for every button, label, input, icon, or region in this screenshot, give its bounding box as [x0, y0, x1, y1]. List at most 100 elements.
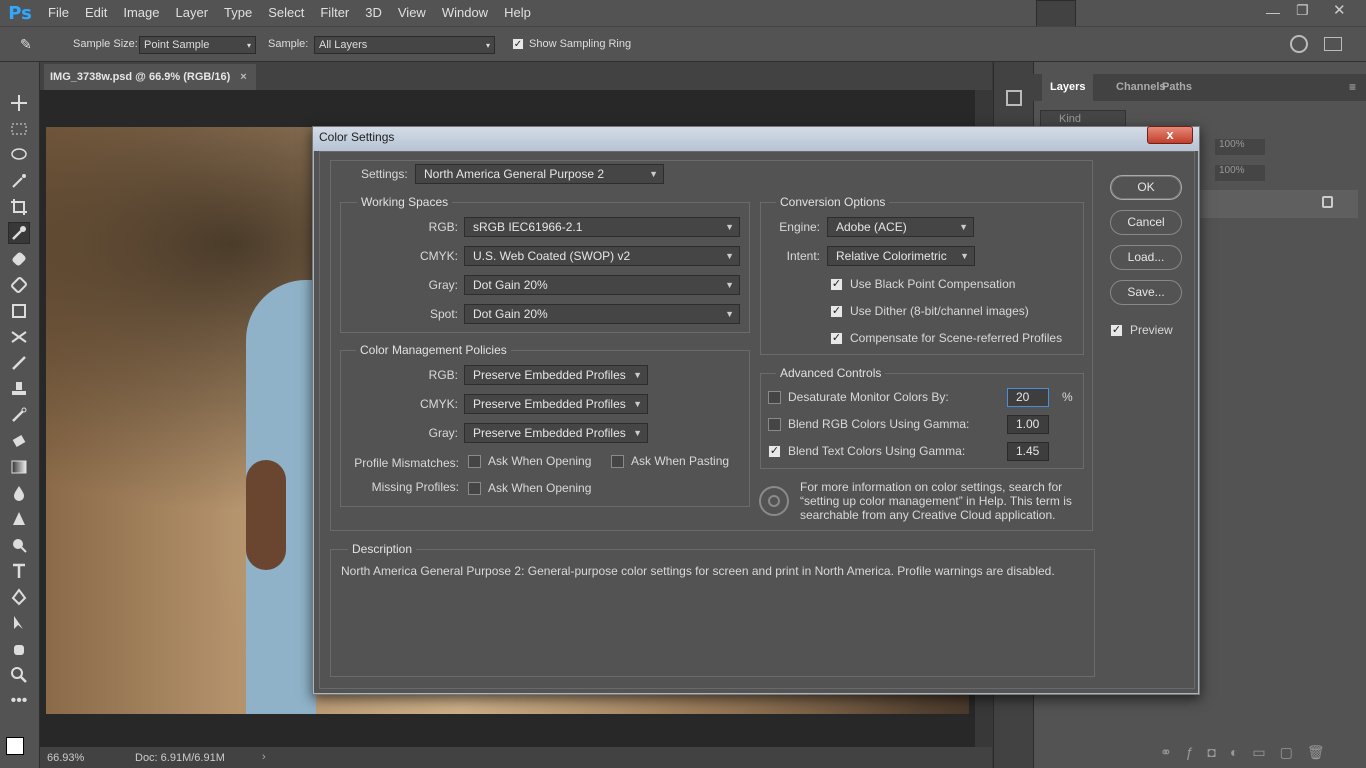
opacity-field[interactable]: 100%	[1215, 139, 1265, 155]
menu-help[interactable]: Help	[496, 0, 539, 26]
show-sampling-ring-label: Show Sampling Ring	[529, 38, 632, 50]
mismatch-ask-pasting-checkbox[interactable]	[611, 455, 624, 468]
ws-cmyk-select[interactable]: U.S. Web Coated (SWOP) v2 ▼	[464, 246, 740, 266]
eraser-tool-icon[interactable]	[8, 430, 30, 452]
desaturate-label: Desaturate Monitor Colors By:	[788, 390, 949, 404]
ws-rgb-select[interactable]: sRGB IEC61966-2.1 ▼	[464, 217, 740, 237]
hand-tool-icon[interactable]	[8, 638, 30, 660]
stamp-icon[interactable]	[8, 378, 30, 400]
history-brush-tool-icon[interactable]	[8, 326, 30, 348]
show-sampling-ring-checkbox[interactable]: ✓	[512, 38, 524, 50]
workspace-icon[interactable]	[1324, 37, 1342, 51]
sample-size-select[interactable]: Point Sample ▾	[139, 36, 256, 54]
menu-3d[interactable]: 3D	[357, 0, 390, 26]
black-point-checkbox[interactable]: ✓	[830, 278, 843, 291]
eyedropper-tool-icon[interactable]	[8, 222, 30, 244]
policy-rgb-select[interactable]: Preserve Embedded Profiles ▼	[464, 365, 648, 385]
ws-gray-select[interactable]: Dot Gain 20% ▼	[464, 275, 740, 295]
dialog-title: Color Settings	[319, 130, 395, 144]
blend-text-input[interactable]: 1.45	[1007, 442, 1049, 461]
working-spaces-title: Working Spaces	[357, 195, 453, 209]
brush-tool-icon[interactable]	[8, 274, 30, 296]
status-arrow-icon[interactable]: ›	[262, 751, 266, 763]
menu-filter[interactable]: Filter	[312, 0, 357, 26]
ws-gray-label: Gray:	[428, 278, 458, 292]
desaturate-checkbox[interactable]	[768, 391, 781, 404]
menu-edit[interactable]: Edit	[77, 0, 115, 26]
ws-spot-select[interactable]: Dot Gain 20% ▼	[464, 304, 740, 324]
preview-checkbox[interactable]: ✓	[1110, 324, 1123, 337]
load-button[interactable]: Load...	[1110, 245, 1182, 270]
menu-file[interactable]: File	[40, 0, 77, 26]
clone-stamp-tool-icon[interactable]	[8, 300, 30, 322]
menu-window[interactable]: Window	[434, 0, 496, 26]
intent-label: Intent:	[786, 249, 820, 263]
sample-select[interactable]: All Layers ▾	[314, 36, 495, 54]
tab-channels[interactable]: Channels	[1116, 74, 1166, 101]
lasso-tool-icon[interactable]	[8, 144, 30, 166]
scene-referred-checkbox[interactable]: ✓	[830, 332, 843, 345]
marquee-tool-icon[interactable]	[8, 118, 30, 140]
tab-layers[interactable]: Layers	[1042, 74, 1094, 101]
more-tools-icon[interactable]: •••	[8, 690, 30, 712]
missing-profiles-label: Missing Profiles:	[371, 480, 459, 494]
blend-rgb-checkbox[interactable]	[768, 418, 781, 431]
dialog-close-button[interactable]: x	[1147, 126, 1193, 144]
type-tool-icon[interactable]	[8, 560, 30, 582]
healing-brush-tool-icon[interactable]	[8, 248, 30, 270]
zoom-tool-icon[interactable]	[8, 664, 30, 686]
blend-rgb-input[interactable]: 1.00	[1007, 415, 1049, 434]
panel-menu-icon[interactable]: ≡	[1349, 80, 1356, 94]
dither-checkbox[interactable]: ✓	[830, 305, 843, 318]
menu-layer[interactable]: Layer	[168, 0, 217, 26]
search-icon[interactable]	[1290, 35, 1308, 53]
art-history-brush-icon[interactable]	[8, 404, 30, 426]
policy-cmyk-select[interactable]: Preserve Embedded Profiles ▼	[464, 394, 648, 414]
policy-gray-select[interactable]: Preserve Embedded Profiles ▼	[464, 423, 648, 443]
blend-text-checkbox[interactable]: ✓	[768, 445, 781, 458]
desaturate-input[interactable]: 20	[1007, 388, 1049, 407]
dialog-titlebar[interactable]	[313, 127, 1199, 151]
missing-ask-opening-checkbox[interactable]	[468, 482, 481, 495]
document-tab[interactable]: IMG_3738w.psd @ 66.9% (RGB/16) ×	[44, 64, 256, 90]
magic-wand-tool-icon[interactable]	[8, 170, 30, 192]
move-tool-icon[interactable]	[8, 92, 30, 114]
crop-tool-icon[interactable]	[8, 196, 30, 218]
policy-gray-label: Gray:	[428, 426, 458, 440]
status-bar: 66.93% Doc: 6.91M/6.91M ›	[40, 747, 992, 768]
options-bar: ✎ Sample Size: Point Sample ▾ Sample: All…	[0, 26, 1366, 62]
document-tab-title: IMG_3738w.psd @ 66.9% (RGB/16)	[50, 71, 231, 83]
ok-button[interactable]: OK	[1110, 175, 1182, 200]
layer-actions[interactable]: ⚭ƒ◘◐▭▢🗑	[1160, 744, 1339, 761]
close-tab-icon[interactable]: ×	[240, 71, 246, 83]
close-window-icon[interactable]: ✕	[1333, 1, 1346, 19]
pen-tool-icon[interactable]	[8, 586, 30, 608]
paint-brush-icon[interactable]	[8, 352, 30, 374]
intent-select[interactable]: Relative Colorimetric ▼	[827, 246, 975, 266]
mismatch-ask-opening-checkbox[interactable]	[468, 455, 481, 468]
menu-select[interactable]: Select	[260, 0, 312, 26]
sample-label: Sample:	[268, 38, 309, 50]
dodge-tool-icon[interactable]	[8, 534, 30, 556]
info-line-2: “setting up color management” in Help. T…	[800, 494, 1072, 508]
blur-tool-icon[interactable]	[8, 482, 30, 504]
cancel-button[interactable]: Cancel	[1110, 210, 1182, 235]
sharpen-tool-icon[interactable]	[8, 508, 30, 530]
engine-select[interactable]: Adobe (ACE) ▼	[827, 217, 974, 237]
minimize-icon[interactable]: —	[1266, 4, 1280, 20]
restore-icon[interactable]: ❐	[1296, 2, 1309, 19]
zoom-level[interactable]: 66.93%	[47, 752, 84, 764]
save-button[interactable]: Save...	[1110, 280, 1182, 305]
settings-select[interactable]: North America General Purpose 2 ▼	[415, 164, 664, 184]
path-selection-tool-icon[interactable]	[8, 612, 30, 634]
desaturate-unit: %	[1062, 390, 1073, 404]
eyedropper-preset-icon[interactable]: ✎	[20, 36, 40, 54]
foreground-color-swatch[interactable]	[6, 737, 24, 755]
menu-image[interactable]: Image	[115, 0, 167, 26]
fill-field[interactable]: 100%	[1215, 165, 1265, 181]
menu-type[interactable]: Type	[216, 0, 260, 26]
menu-view[interactable]: View	[390, 0, 434, 26]
gradient-tool-icon[interactable]	[8, 456, 30, 478]
tab-paths[interactable]: Paths	[1162, 74, 1192, 101]
history-panel-icon[interactable]	[1006, 90, 1022, 106]
